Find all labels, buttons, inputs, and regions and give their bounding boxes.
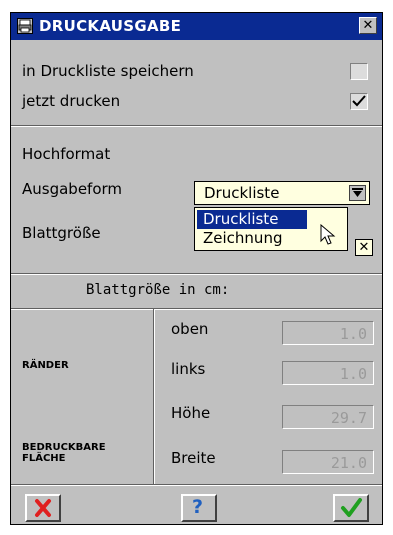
- chevron-down-icon: [352, 188, 363, 197]
- field-label-height: Höhe: [171, 404, 211, 422]
- top-margin-input[interactable]: 1.0: [282, 321, 374, 345]
- cancel-button[interactable]: [25, 494, 61, 522]
- width-value: 21.0: [330, 454, 367, 472]
- paper-fields-panel: oben 1.0 links 1.0 Höhe 29.7 Breite 21.0: [156, 310, 382, 483]
- paper-size-heading-bar: Blattgröße in cm:: [11, 276, 382, 308]
- field-label-width: Breite: [171, 449, 216, 467]
- cancel-icon: [35, 499, 51, 517]
- divider: [11, 125, 382, 127]
- left-margin-value: 1.0: [339, 365, 367, 383]
- paper-labels-panel: RÄNDER BEDRUCKBARE FLÄCHE: [11, 310, 152, 483]
- ok-button[interactable]: [333, 494, 369, 522]
- window-title: DRUCKAUSGABE: [39, 17, 182, 35]
- close-icon: ✕: [358, 240, 370, 255]
- field-label-left: links: [171, 360, 206, 378]
- printer-icon: [17, 18, 33, 34]
- divider: [11, 484, 382, 486]
- divider: [11, 273, 382, 275]
- output-form-dropdown: Druckliste Zeichnung: [194, 207, 348, 251]
- mouse-cursor-icon: [320, 224, 336, 245]
- print-now-label: jetzt drucken: [22, 92, 121, 110]
- dropdown-option-druckliste[interactable]: Druckliste: [197, 210, 307, 229]
- field-label-top: oben: [171, 320, 209, 338]
- save-to-list-label: in Druckliste speichern: [22, 62, 194, 80]
- divider: [153, 309, 155, 484]
- output-form-value: Druckliste: [204, 184, 280, 202]
- height-value: 29.7: [330, 409, 367, 427]
- top-margin-value: 1.0: [339, 325, 367, 343]
- checkmark-icon: [352, 95, 366, 107]
- checkmark-icon: [341, 498, 362, 517]
- dropdown-close-button[interactable]: ✕: [355, 239, 373, 256]
- dropdown-option-zeichnung[interactable]: Zeichnung: [197, 229, 307, 248]
- orientation-label: Hochformat: [22, 145, 111, 163]
- output-form-label: Ausgabeform: [22, 180, 123, 198]
- help-button[interactable]: ?: [181, 494, 217, 522]
- print-now-checkbox[interactable]: [350, 93, 368, 110]
- margins-label: RÄNDER: [22, 360, 69, 371]
- title-bar[interactable]: DRUCKAUSGABE ✕: [11, 13, 382, 40]
- output-form-select[interactable]: Druckliste: [194, 181, 370, 205]
- printable-area-label: BEDRUCKBARE FLÄCHE: [22, 442, 106, 464]
- print-dialog: DRUCKAUSGABE ✕ in Druckliste speichern j…: [10, 12, 383, 525]
- save-to-list-checkbox[interactable]: [350, 63, 368, 80]
- paper-size-label: Blattgröße: [22, 224, 101, 242]
- paper-size-heading: Blattgröße in cm:: [86, 282, 230, 298]
- help-icon: ?: [192, 496, 204, 518]
- width-input[interactable]: 21.0: [282, 450, 374, 474]
- dropdown-button[interactable]: [349, 185, 366, 201]
- close-icon: ✕: [362, 18, 374, 33]
- height-input[interactable]: 29.7: [282, 405, 374, 429]
- close-button[interactable]: ✕: [359, 17, 377, 34]
- left-margin-input[interactable]: 1.0: [282, 361, 374, 385]
